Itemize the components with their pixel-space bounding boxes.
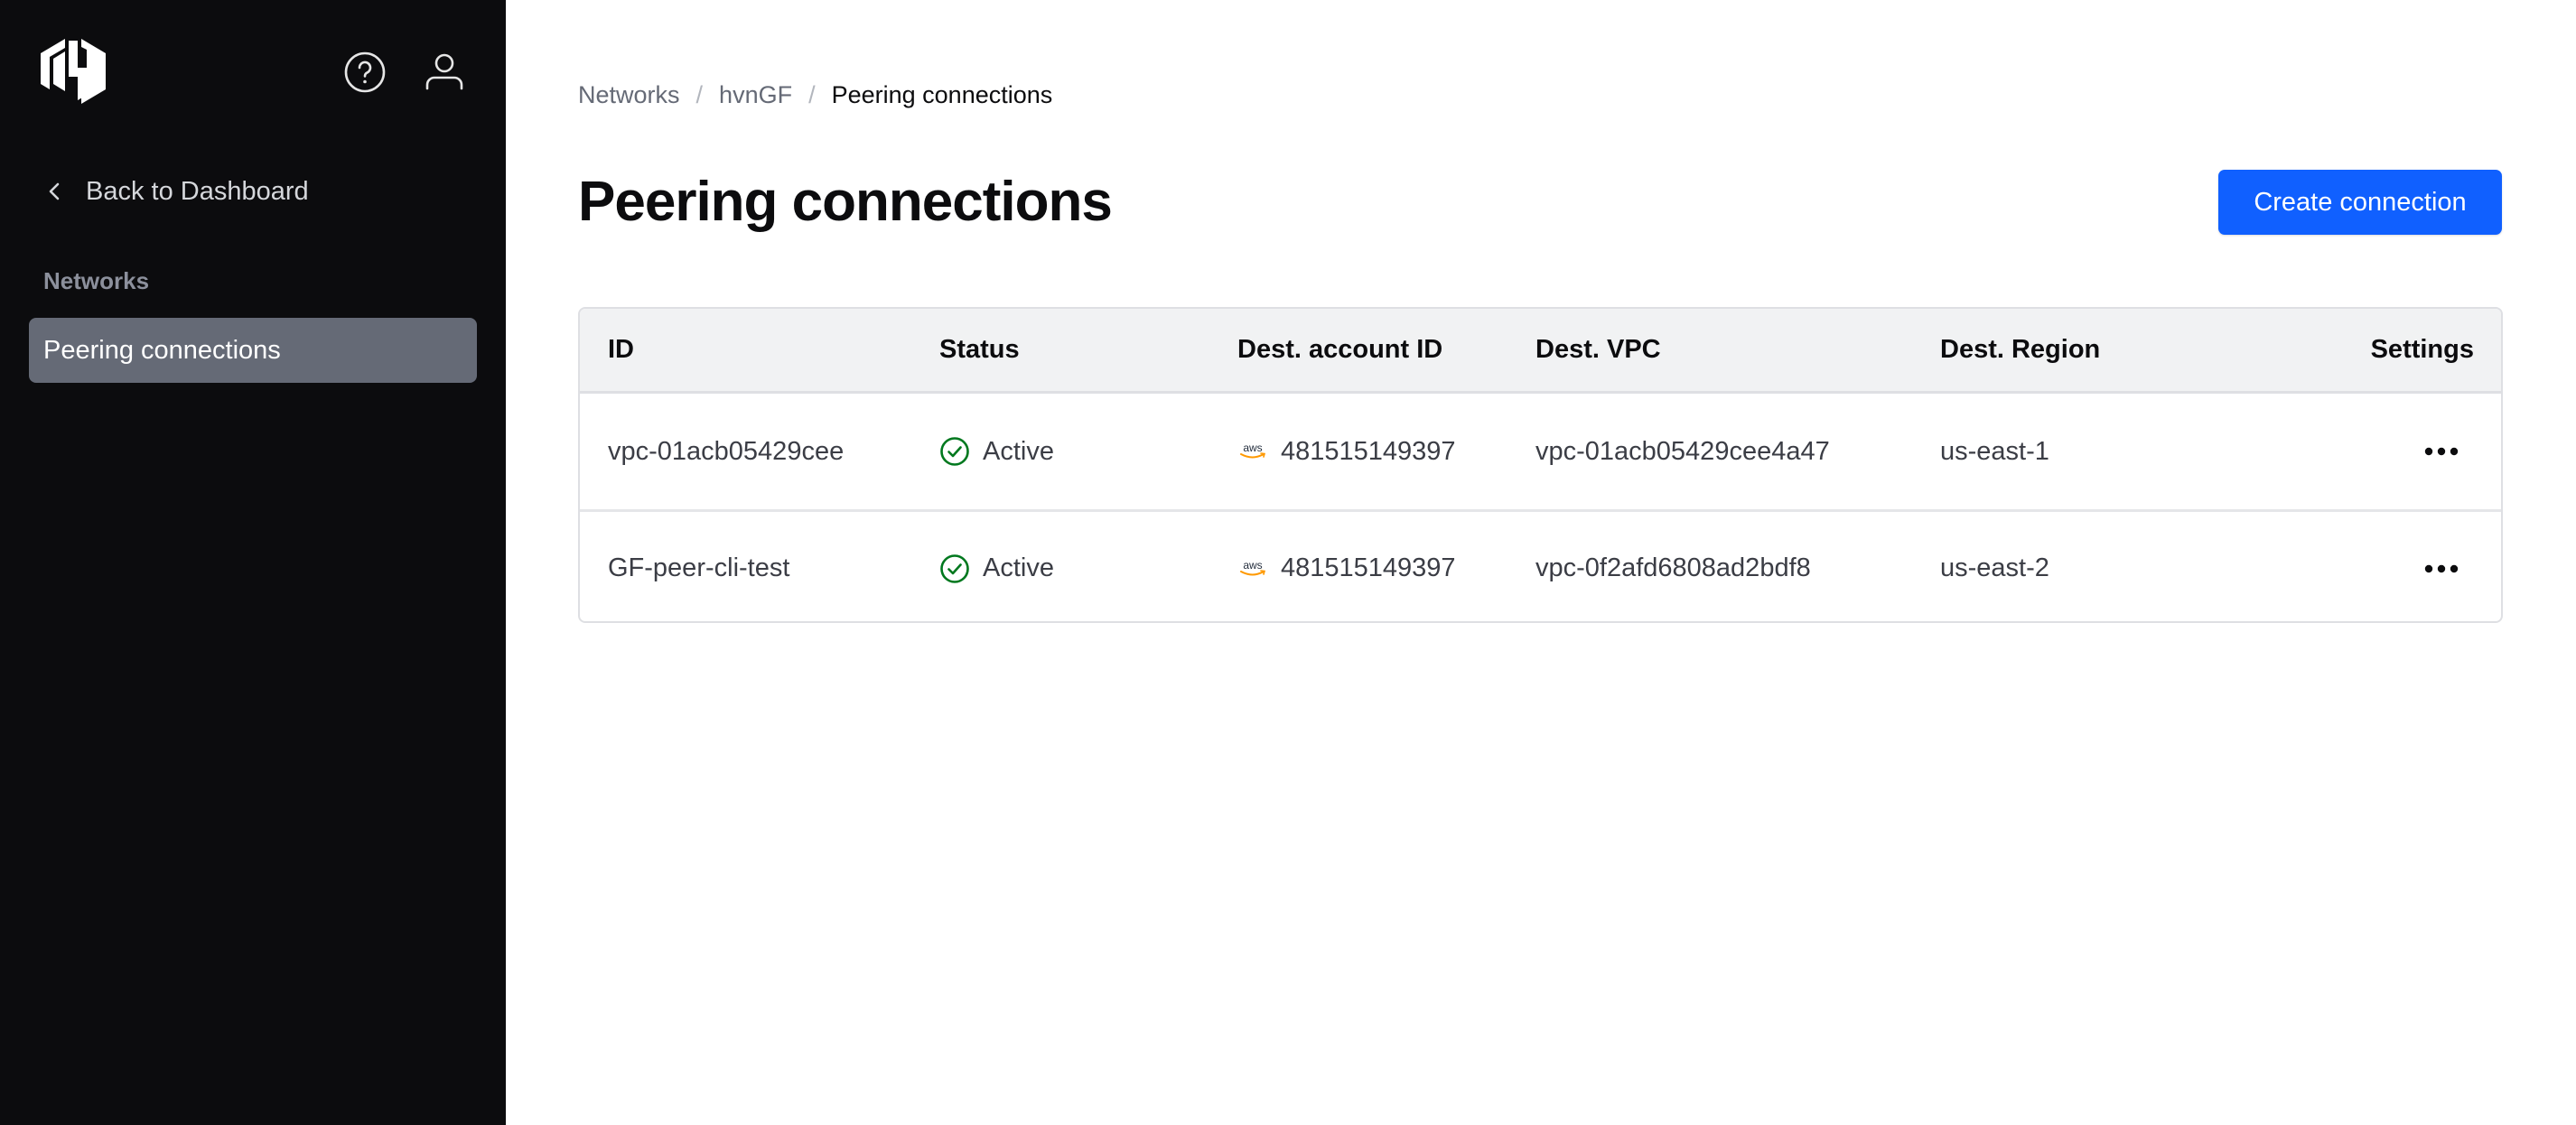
column-header-dest-vpc: Dest. VPC [1535, 335, 1661, 364]
connection-id: vpc-01acb05429cee [608, 436, 845, 466]
status-badge: Active [939, 394, 1054, 509]
table-header: ID Status Dest. account ID Dest. VPC Des… [580, 309, 2501, 394]
aws-logo-icon: aws [1240, 442, 1266, 459]
svg-text:aws: aws [1243, 442, 1262, 454]
settings-cell [2422, 512, 2474, 621]
breadcrumb: Networks / hvnGF / Peering connections [578, 81, 1052, 109]
help-icon[interactable] [343, 51, 387, 94]
more-options-button[interactable] [2422, 432, 2461, 471]
page-title: Peering connections [578, 171, 1113, 233]
hashicorp-logo-icon[interactable] [41, 39, 106, 106]
breadcrumb-separator: / [695, 81, 704, 108]
dest-vpc: vpc-0f2afd6808ad2bdf8 [1535, 553, 1811, 582]
aws-logo-icon: aws [1240, 559, 1266, 575]
status-badge: Active [939, 512, 1054, 621]
dest-region: us-east-2 [1940, 553, 2049, 582]
status-text: Active [983, 553, 1054, 582]
column-header-settings: Settings [2370, 335, 2474, 364]
peering-connections-table: ID Status Dest. account ID Dest. VPC Des… [578, 307, 2503, 623]
table-row: GF-peer-cli-test Active aws 481515149397… [580, 509, 2501, 621]
dest-account-id: aws 481515149397 [1237, 394, 1456, 509]
sidebar: Back to Dashboard Networks Peering conne… [0, 0, 506, 1125]
column-header-dest-account-id: Dest. account ID [1237, 335, 1443, 364]
breadcrumb-networks[interactable]: Networks [578, 81, 680, 109]
dest-region: us-east-1 [1940, 436, 2049, 466]
nav-section-networks: Networks [43, 267, 150, 294]
ellipsis-icon [2424, 564, 2459, 572]
back-to-dashboard-label: Back to Dashboard [86, 176, 309, 206]
breadcrumb-hvn[interactable]: hvnGF [719, 81, 792, 109]
column-header-dest-region: Dest. Region [1940, 335, 2101, 364]
back-to-dashboard-link[interactable]: Back to Dashboard [45, 173, 309, 209]
more-options-button[interactable] [2422, 549, 2461, 589]
connection-id: GF-peer-cli-test [608, 553, 790, 582]
account-id-text: 481515149397 [1281, 553, 1456, 582]
chevron-left-icon [49, 182, 60, 200]
svg-text:aws: aws [1243, 559, 1262, 572]
user-account-icon[interactable] [425, 52, 464, 92]
check-circle-icon [940, 553, 969, 583]
check-circle-icon [940, 437, 969, 466]
column-header-id: ID [608, 335, 634, 364]
sidebar-item-peering-connections[interactable]: Peering connections [29, 318, 477, 383]
table-row: vpc-01acb05429cee Active aws 48151514939… [580, 394, 2501, 509]
status-text: Active [983, 436, 1054, 466]
breadcrumb-current: Peering connections [831, 81, 1053, 108]
dest-account-id: aws 481515149397 [1237, 512, 1456, 621]
breadcrumb-separator: / [808, 81, 816, 108]
dest-vpc: vpc-01acb05429cee4a47 [1535, 436, 1830, 466]
column-header-status: Status [939, 335, 1020, 364]
sidebar-item-label: Peering connections [43, 335, 281, 365]
account-id-text: 481515149397 [1281, 436, 1456, 466]
settings-cell [2422, 394, 2474, 509]
ellipsis-icon [2424, 447, 2459, 456]
create-connection-button[interactable]: Create connection [2218, 170, 2502, 235]
